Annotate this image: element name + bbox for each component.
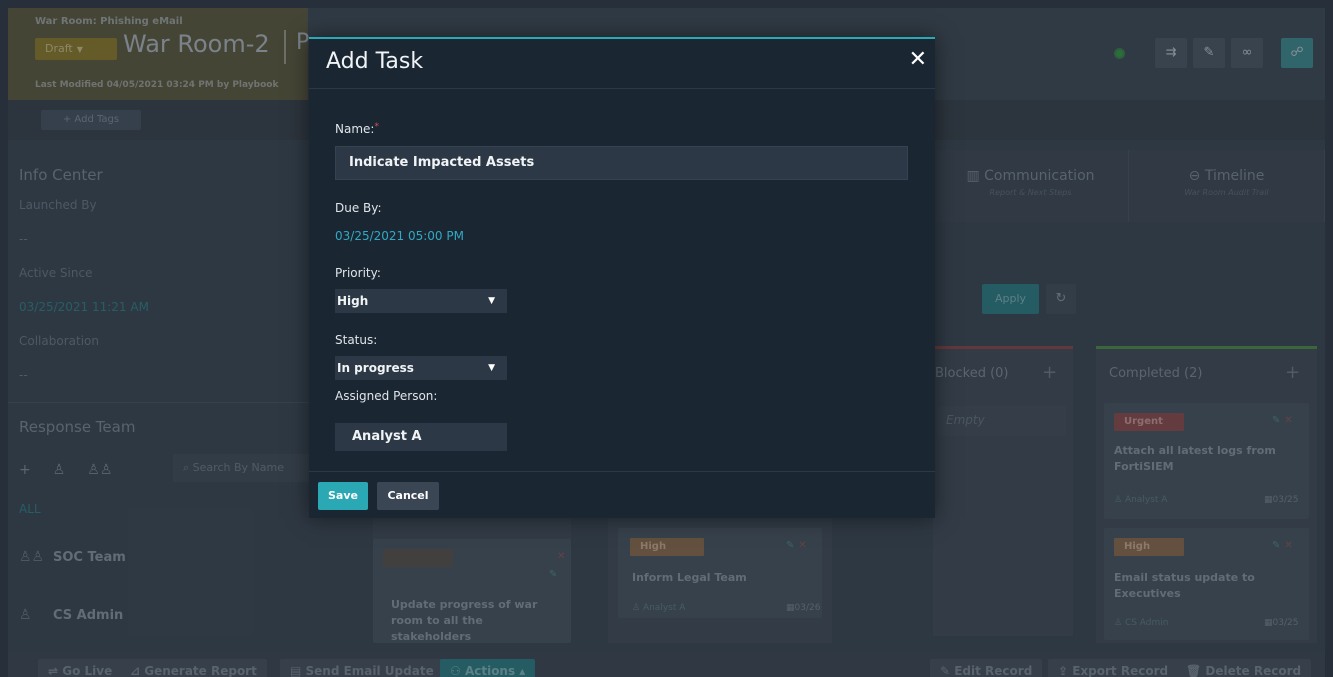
chevron-down-icon: ▼ — [488, 296, 495, 306]
required-marker: * — [374, 122, 379, 132]
task-name-input[interactable]: Indicate Impacted Assets — [335, 146, 908, 180]
modal-title: Add Task — [326, 49, 424, 74]
assigned-person-field[interactable]: Analyst A — [335, 423, 507, 451]
due-by-label: Due By: — [335, 201, 382, 215]
close-icon[interactable]: ✕ — [909, 47, 927, 72]
cancel-button[interactable]: Cancel — [377, 482, 439, 510]
chevron-down-icon: ▼ — [488, 363, 495, 373]
save-button[interactable]: Save — [318, 482, 368, 510]
status-label: Status: — [335, 333, 378, 347]
modal-header: Add Task ✕ — [309, 39, 935, 89]
assigned-person-label: Assigned Person: — [335, 389, 438, 403]
priority-label: Priority: — [335, 266, 381, 280]
name-label-text: Name: — [335, 122, 375, 136]
due-date-picker[interactable]: 03/25/2021 05:00 PM — [335, 229, 464, 243]
modal-footer: Save Cancel — [309, 471, 935, 520]
priority-select[interactable]: High ▼ — [335, 289, 507, 313]
status-select[interactable]: In progress ▼ — [335, 356, 507, 380]
priority-value: High — [337, 294, 369, 308]
add-task-modal: Add Task ✕ Name:* Indicate Impacted Asse… — [309, 37, 935, 518]
status-value: In progress — [337, 361, 414, 375]
name-label: Name:* — [335, 122, 379, 136]
